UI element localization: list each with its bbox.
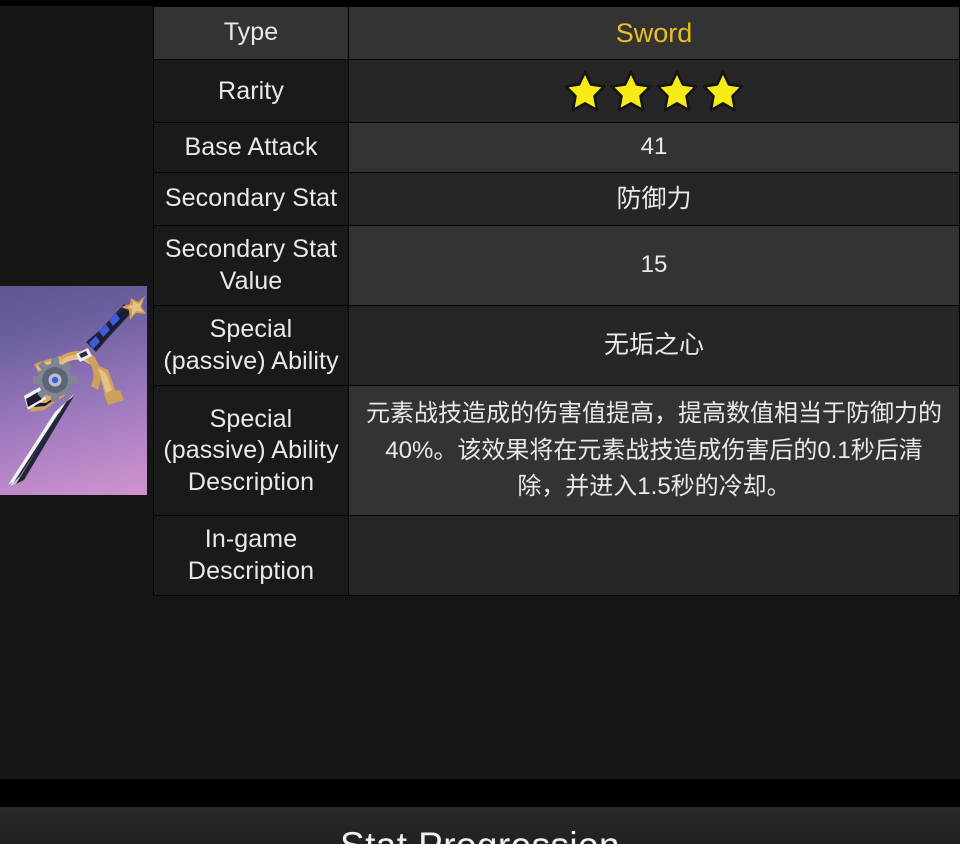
row-value-in-game-description [348, 515, 960, 597]
row-label-type: Type [153, 5, 349, 61]
weapon-artwork [0, 286, 147, 495]
star-icon [702, 70, 744, 112]
row-label-special-ability: Special (passive) Ability [153, 305, 349, 387]
weapon-type-text: Sword [615, 18, 693, 48]
table-row: Special (passive) Ability 无垢之心 [153, 305, 960, 387]
table-row: Secondary Stat Value 15 [153, 225, 960, 307]
section-separator [0, 779, 960, 807]
row-label-secondary-stat: Secondary Stat [153, 171, 349, 227]
row-label-rarity: Rarity [153, 59, 349, 124]
star-icon [610, 70, 652, 112]
table-row: Base Attack 41 [153, 122, 960, 173]
row-value-type: Sword [348, 5, 960, 61]
weapon-stats-table: Type Sword Rarity Base Attack 41 Seconda… [153, 5, 960, 597]
row-label-base-attack: Base Attack [153, 122, 349, 173]
sword-icon [8, 296, 146, 486]
footer-section: Stat Progression [0, 807, 960, 844]
screenshot-root: Type Sword Rarity Base Attack 41 Seconda… [0, 0, 960, 844]
table-row: In-game Description [153, 515, 960, 597]
table-row: Type Sword [153, 5, 960, 61]
row-label-special-ability-description: Special (passive) Ability Description [153, 385, 349, 517]
rarity-stars [359, 68, 949, 114]
row-label-secondary-stat-value: Secondary Stat Value [153, 225, 349, 307]
star-icon [564, 70, 606, 112]
table-row: Special (passive) Ability Description 元素… [153, 385, 960, 517]
row-label-in-game-description: In-game Description [153, 515, 349, 597]
table-row: Rarity [153, 59, 960, 124]
star-icon [656, 70, 698, 112]
table-row: Secondary Stat 防御力 [153, 171, 960, 227]
row-value-secondary-stat: 防御力 [348, 171, 960, 227]
row-value-base-attack: 41 [348, 122, 960, 173]
row-value-special-ability-description: 元素战技造成的伤害值提高，提高数值相当于防御力的40%。该效果将在元素战技造成伤… [348, 385, 960, 517]
row-value-secondary-stat-value: 15 [348, 225, 960, 307]
row-value-special-ability: 无垢之心 [348, 305, 960, 387]
stat-progression-heading: Stat Progression [0, 825, 960, 844]
row-value-rarity [348, 59, 960, 124]
